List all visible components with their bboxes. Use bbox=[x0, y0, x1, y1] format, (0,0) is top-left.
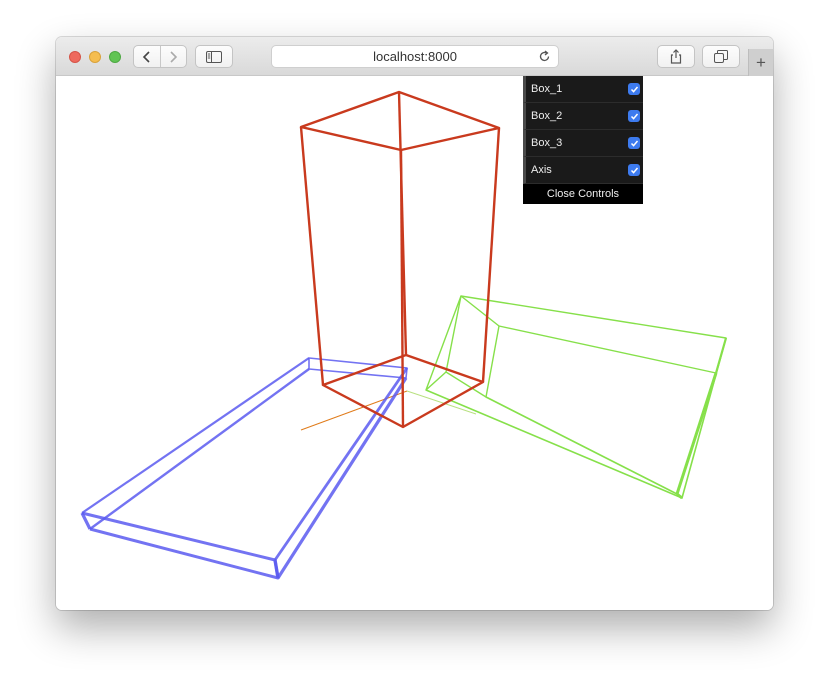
close-window-button[interactable] bbox=[69, 51, 81, 63]
share-button[interactable] bbox=[657, 45, 695, 68]
axis-checkbox[interactable] bbox=[628, 164, 640, 176]
control-row-box-1[interactable]: Box_1 bbox=[523, 76, 643, 103]
show-tabs-button[interactable] bbox=[702, 45, 740, 68]
x-axis-line bbox=[300, 390, 408, 431]
webgl-viewport[interactable]: Box_1 Box_2 Box_3 Axis Close Controls bbox=[56, 76, 773, 610]
box-1-checkbox[interactable] bbox=[628, 83, 640, 95]
control-label-box-2: Box_2 bbox=[531, 110, 563, 122]
chevron-right-icon bbox=[170, 50, 178, 63]
tabs-icon bbox=[714, 50, 728, 63]
forward-button[interactable] bbox=[161, 46, 187, 67]
control-row-box-2[interactable]: Box_2 bbox=[523, 103, 643, 130]
box-2-checkbox[interactable] bbox=[628, 110, 640, 122]
address-bar[interactable]: localhost:8000 bbox=[271, 45, 559, 68]
three-d-scene[interactable] bbox=[56, 76, 773, 610]
checkmark-icon bbox=[630, 86, 638, 93]
box-2-wireframe bbox=[80, 357, 409, 580]
zoom-window-button[interactable] bbox=[109, 51, 121, 63]
control-label-box-1: Box_1 bbox=[531, 83, 563, 95]
control-row-axis[interactable]: Axis bbox=[523, 157, 643, 184]
control-label-box-3: Box_3 bbox=[531, 137, 563, 149]
checkmark-icon bbox=[630, 113, 638, 120]
chevron-left-icon bbox=[142, 50, 150, 63]
checkmark-icon bbox=[630, 140, 638, 147]
back-button[interactable] bbox=[134, 46, 160, 67]
reload-icon[interactable] bbox=[537, 49, 552, 64]
sidebar-toggle-button[interactable] bbox=[195, 45, 233, 68]
close-controls-button[interactable]: Close Controls bbox=[523, 184, 643, 204]
share-icon bbox=[670, 49, 682, 64]
box-3-checkbox[interactable] bbox=[628, 137, 640, 149]
browser-window: localhost:8000 + Box_1 Box_2 Box_3 Axis … bbox=[56, 37, 773, 610]
z-axis-line bbox=[406, 390, 477, 415]
box-3-wireframe bbox=[425, 295, 728, 500]
control-label-axis: Axis bbox=[531, 164, 552, 176]
dat-gui-panel: Box_1 Box_2 Box_3 Axis Close Controls bbox=[523, 76, 643, 204]
checkmark-icon bbox=[630, 167, 638, 174]
minimize-window-button[interactable] bbox=[89, 51, 101, 63]
new-tab-button[interactable]: + bbox=[748, 49, 773, 76]
url-text: localhost:8000 bbox=[373, 49, 457, 64]
navigation-buttons bbox=[133, 45, 187, 68]
control-row-box-3[interactable]: Box_3 bbox=[523, 130, 643, 157]
browser-toolbar: localhost:8000 + bbox=[56, 37, 773, 76]
sidebar-icon bbox=[206, 50, 222, 63]
